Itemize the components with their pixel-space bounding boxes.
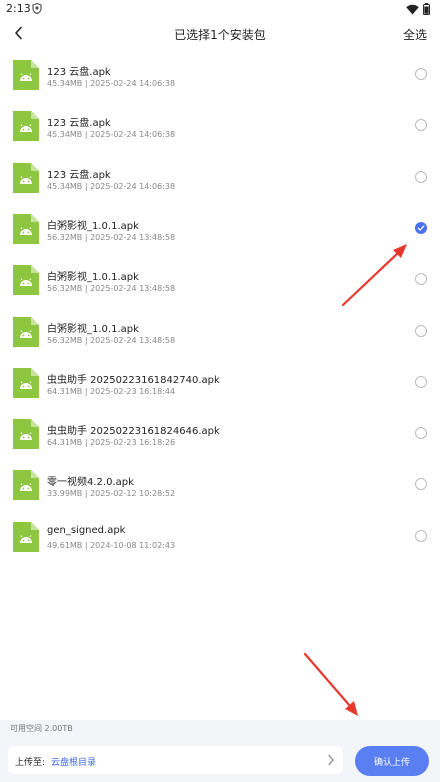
- select-radio[interactable]: [415, 427, 427, 440]
- status-indicators: [406, 3, 430, 15]
- android-apk-icon: [13, 60, 39, 90]
- file-row[interactable]: 虫虫助手 20250223161842740.apk 64.31MB | 202…: [0, 360, 440, 411]
- file-row[interactable]: gen_signed.apk 49.61MB | 2024-10-08 11:0…: [0, 514, 440, 565]
- file-meta: 64.31MB | 2025-02-23 16:18:44: [47, 386, 176, 396]
- file-name: 虫虫助手 20250223161842740.apk: [47, 374, 220, 386]
- top-app-bar: 已选择1个安装包 全选: [0, 18, 440, 50]
- file-meta: 64.31MB | 2025-02-23 16:18:26: [47, 438, 176, 448]
- select-radio[interactable]: [415, 324, 427, 337]
- shield-icon: [32, 3, 42, 14]
- android-apk-icon: [13, 521, 39, 552]
- select-radio[interactable]: [415, 273, 427, 286]
- file-size: 45.34MB: [47, 130, 83, 140]
- file-row[interactable]: 123 云盘.apk 45.34MB | 2025-02-24 14:06:38: [0, 103, 440, 154]
- file-date: 2025-02-24 14:06:38: [90, 130, 176, 140]
- android-apk-icon: [13, 265, 39, 296]
- file-row[interactable]: 白粥影视_1.0.1.apk 56.32MB | 2025-02-24 13:4…: [0, 309, 440, 360]
- select-radio[interactable]: [415, 68, 427, 80]
- file-row[interactable]: 零一视频4.2.0.apk 33.99MB | 2025-02-12 10:28…: [0, 462, 440, 513]
- file-name: 白粥影视_1.0.1.apk: [47, 272, 139, 284]
- android-apk-icon: [13, 213, 39, 244]
- file-name: 白粥影视_1.0.1.apk: [47, 323, 139, 335]
- select-radio[interactable]: [415, 170, 427, 183]
- confirm-upload-button[interactable]: 确认上传: [355, 746, 429, 776]
- file-meta: 56.32MB | 2025-02-24 13:48:58: [47, 232, 176, 242]
- page-title: 已选择1个安装包: [174, 28, 266, 42]
- file-date: 2025-02-24 13:48:58: [90, 232, 176, 242]
- file-name: 123 云盘.apk: [47, 169, 111, 181]
- select-all-button[interactable]: 全选: [403, 26, 427, 43]
- radio-checked-icon: [417, 225, 425, 231]
- file-meta: 45.34MB | 2025-02-24 14:06:38: [47, 79, 176, 88]
- file-name: 123 云盘.apk: [47, 67, 111, 78]
- file-name: 虫虫助手 20250223161824646.apk: [47, 426, 220, 438]
- file-meta: 49.61MB | 2024-10-08 11:02:43: [47, 540, 176, 550]
- upload-target-folder: 云盘根目录: [51, 758, 97, 768]
- file-date: 2025-02-23 16:18:26: [90, 438, 176, 448]
- select-radio[interactable]: [415, 529, 427, 542]
- file-row[interactable]: 虫虫助手 20250223161824646.apk 64.31MB | 202…: [0, 411, 440, 462]
- file-date: 2024-10-08 11:02:43: [90, 540, 176, 550]
- bottom-upload-panel: 可用空间 2.00TB 上传至: 云盘根目录 确认上传: [0, 720, 440, 782]
- android-apk-icon: [13, 162, 39, 193]
- file-meta: 33.99MB | 2025-02-12 10:28:52: [47, 489, 176, 499]
- file-row[interactable]: 白粥影视_1.0.1.apk 56.32MB | 2025-02-24 13:4…: [0, 257, 440, 308]
- android-apk-icon: [13, 419, 39, 450]
- file-size: 56.32MB: [47, 284, 83, 294]
- select-radio[interactable]: [415, 375, 427, 388]
- upload-destination-selector[interactable]: 上传至: 云盘根目录: [8, 746, 343, 774]
- available-space: 可用空间 2.00TB: [10, 724, 73, 733]
- chevron-right-icon: [328, 754, 334, 766]
- upload-to-label: 上传至:: [15, 758, 46, 768]
- android-apk-icon: [13, 316, 39, 347]
- file-size: 64.31MB: [47, 438, 83, 448]
- android-apk-icon: [13, 470, 39, 501]
- select-radio-checked[interactable]: [415, 221, 427, 234]
- file-date: 2025-02-24 13:48:58: [90, 335, 176, 345]
- file-size: 33.99MB: [47, 489, 83, 499]
- select-radio[interactable]: [415, 478, 427, 491]
- file-meta: 45.34MB | 2025-02-24 14:06:38: [47, 130, 176, 140]
- file-size: 49.61MB: [47, 540, 83, 550]
- file-meta: 56.32MB | 2025-02-24 13:48:58: [47, 284, 176, 294]
- file-size: 56.32MB: [47, 335, 83, 345]
- file-row[interactable]: 白粥影视_1.0.1.apk 56.32MB | 2025-02-24 13:4…: [0, 206, 440, 257]
- wifi-icon: [406, 4, 419, 14]
- file-meta: 56.32MB | 2025-02-24 13:48:58: [47, 335, 176, 345]
- select-radio[interactable]: [415, 119, 427, 132]
- android-apk-icon: [13, 111, 39, 142]
- file-date: 2025-02-24 13:48:58: [90, 284, 176, 294]
- file-date: 2025-02-12 10:28:52: [90, 489, 176, 499]
- android-apk-icon: [13, 367, 39, 398]
- file-date: 2025-02-24 14:06:38: [90, 79, 176, 88]
- battery-icon: [423, 3, 430, 15]
- file-meta: 45.34MB | 2025-02-24 14:06:38: [47, 181, 176, 191]
- file-name: 123 云盘.apk: [47, 118, 111, 130]
- file-name: 白粥影视_1.0.1.apk: [47, 220, 139, 232]
- file-size: 64.31MB: [47, 386, 83, 396]
- file-size: 45.34MB: [47, 181, 83, 191]
- annotation-arrow-confirm: [303, 652, 358, 716]
- file-date: 2025-02-24 14:06:38: [90, 181, 176, 191]
- file-row[interactable]: 123 云盘.apk 45.34MB | 2025-02-24 14:06:38: [0, 155, 440, 206]
- file-row[interactable]: 123 云盘.apk 45.34MB | 2025-02-24 14:06:38: [0, 52, 440, 103]
- status-bar: 2:13: [0, 0, 440, 18]
- file-name: gen_signed.apk: [47, 524, 126, 536]
- file-name: 零一视频4.2.0.apk: [47, 477, 134, 489]
- file-date: 2025-02-23 16:18:44: [90, 386, 176, 396]
- file-size: 56.32MB: [47, 232, 83, 242]
- file-size: 45.34MB: [47, 79, 83, 88]
- status-time: 2:13: [6, 2, 31, 15]
